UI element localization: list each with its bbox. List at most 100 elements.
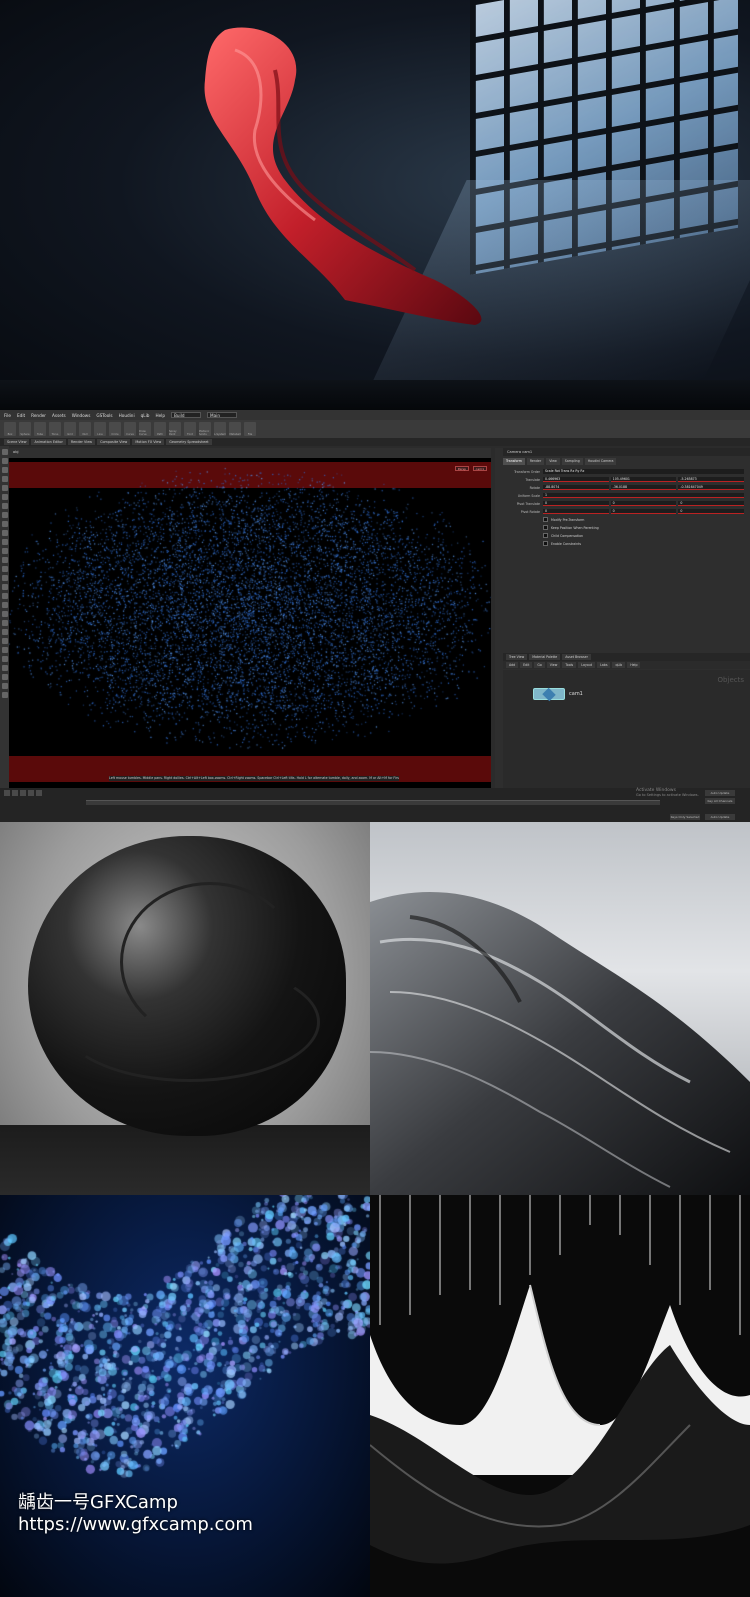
net-menu-labs[interactable]: Labs (597, 662, 611, 668)
network-editor[interactable]: Objects cam1 (503, 670, 750, 798)
shelf-tool[interactable]: Metaball (229, 422, 241, 436)
play-icon[interactable] (20, 790, 26, 796)
viewport-path[interactable]: obj (13, 450, 18, 454)
tool-icon[interactable] (1, 494, 8, 500)
key-all-channels-button[interactable]: Key All Channels (705, 798, 735, 804)
shelf-tool[interactable]: Grid (64, 422, 76, 436)
net-menu-help[interactable]: Help (627, 662, 641, 668)
menu-render[interactable]: Render (31, 413, 46, 418)
tool-icon[interactable] (1, 449, 8, 455)
tab-material-palette[interactable]: Material Palette (529, 654, 561, 660)
shelf-tool[interactable]: Line (94, 422, 106, 436)
tool-icon[interactable] (1, 611, 8, 617)
param-value[interactable]: -0.381647049 (678, 485, 745, 490)
shelf-tool[interactable]: File (244, 422, 256, 436)
tab-render-view[interactable]: Render View (67, 439, 96, 445)
param-value[interactable]: 105.49601 (610, 477, 677, 482)
tool-icon[interactable] (1, 575, 8, 581)
param-value[interactable]: 0 (543, 501, 609, 506)
viewport[interactable]: Persp cam1 Left mouse tumbles. Middle pa… (9, 458, 491, 788)
checkbox[interactable] (543, 517, 548, 522)
tool-icon[interactable] (1, 485, 8, 491)
tool-icon[interactable] (1, 647, 8, 653)
tool-icon[interactable] (1, 566, 8, 572)
menu-qlib[interactable]: qLib (141, 413, 150, 418)
param-value[interactable]: -88.8074 (543, 485, 609, 490)
shelf-tool[interactable]: Platonic Solids (199, 422, 211, 436)
camera-button[interactable]: cam1 (472, 466, 487, 471)
menu-edit[interactable]: Edit (17, 413, 25, 418)
shelf-tool[interactable]: Sphere (19, 422, 31, 436)
net-menu-view[interactable]: View (546, 662, 561, 668)
param-value[interactable]: 0 (610, 509, 677, 514)
tool-icon[interactable] (1, 476, 8, 482)
tool-icon[interactable] (1, 602, 8, 608)
tool-icon[interactable] (1, 656, 8, 662)
build-dropdown[interactable]: Build (171, 412, 201, 418)
shelf-tool[interactable]: Box (4, 422, 16, 436)
shelf-tool[interactable]: Spray Paint (169, 422, 181, 436)
menu-assets[interactable]: Assets (52, 413, 66, 418)
tool-icon[interactable] (1, 620, 8, 626)
tab-motion-fx[interactable]: Motion FX View (132, 439, 165, 445)
param-value[interactable]: 0 (610, 501, 677, 506)
checkbox[interactable] (543, 533, 548, 538)
step-back-icon[interactable] (12, 790, 18, 796)
shelf-tool[interactable]: Path (154, 422, 166, 436)
tab-composite-view[interactable]: Composite View (97, 439, 131, 445)
param-value[interactable]: 0 (678, 509, 745, 514)
shelf-tool[interactable]: Torus (49, 422, 61, 436)
net-menu-layout[interactable]: Layout (578, 662, 596, 668)
keys-only-selected-button[interactable]: Keys Only Selected (670, 814, 700, 820)
tab-houdini-camera[interactable]: Houdini Camera (584, 458, 617, 465)
tool-icon[interactable] (1, 665, 8, 671)
tool-icon[interactable] (1, 539, 8, 545)
auto-update-button-2[interactable]: Auto Update (705, 814, 735, 820)
net-menu-edit[interactable]: Edit (520, 662, 533, 668)
credit-url[interactable]: https://www.gfxcamp.com (18, 1514, 253, 1536)
tool-icon[interactable] (1, 593, 8, 599)
tool-icon[interactable] (1, 557, 8, 563)
checkbox[interactable] (543, 541, 548, 546)
jump-start-icon[interactable] (4, 790, 10, 796)
net-menu-go[interactable]: Go (534, 662, 545, 668)
shelf-tool[interactable]: Curve (124, 422, 136, 436)
tool-icon[interactable] (1, 638, 8, 644)
menu-windows[interactable]: Windows (72, 413, 91, 418)
tool-icon[interactable] (1, 458, 8, 464)
tab-view[interactable]: View (546, 458, 560, 465)
param-value[interactable]: -5.265873 (678, 477, 745, 482)
tab-geometry-spreadsheet[interactable]: Geometry Spreadsheet (166, 439, 212, 445)
param-value[interactable]: -36.0188 (610, 485, 677, 490)
camera-node[interactable] (533, 687, 565, 702)
param-value[interactable]: 0.466963 (543, 477, 609, 482)
tab-scene-view[interactable]: Scene View (4, 439, 30, 445)
tab-sampling[interactable]: Sampling (561, 458, 583, 465)
tab-animation-editor[interactable]: Animation Editor (31, 439, 66, 445)
net-menu-tools[interactable]: Tools (562, 662, 577, 668)
tool-icon[interactable] (1, 584, 8, 590)
tool-icon[interactable] (1, 683, 8, 689)
shelf-tool[interactable]: Tube (34, 422, 46, 436)
menu-houdini[interactable]: Houdini (119, 413, 135, 418)
tool-icon[interactable] (1, 503, 8, 509)
shelf-tool[interactable]: L-System (214, 422, 226, 436)
param-value[interactable]: 1 (543, 493, 744, 498)
tool-icon[interactable] (1, 548, 8, 554)
tab-tree-view[interactable]: Tree View (506, 654, 528, 660)
param-value[interactable]: Scale Rot Trans Rx Ry Rz (543, 469, 744, 474)
shelf-tool[interactable]: Draw Curve (139, 422, 151, 436)
auto-update-button[interactable]: Auto Update (705, 790, 735, 796)
shelf-tool[interactable]: Null (79, 422, 91, 436)
tool-icon[interactable] (1, 692, 8, 698)
jump-end-icon[interactable] (36, 790, 42, 796)
param-value[interactable]: 0 (543, 509, 609, 514)
checkbox[interactable] (543, 525, 548, 530)
persp-button[interactable]: Persp (454, 466, 469, 471)
tool-icon[interactable] (1, 674, 8, 680)
step-forward-icon[interactable] (28, 790, 34, 796)
tab-transform[interactable]: Transform (503, 458, 525, 465)
menu-help[interactable]: Help (155, 413, 165, 418)
net-menu-add[interactable]: Add (506, 662, 519, 668)
tool-icon[interactable] (1, 467, 8, 473)
